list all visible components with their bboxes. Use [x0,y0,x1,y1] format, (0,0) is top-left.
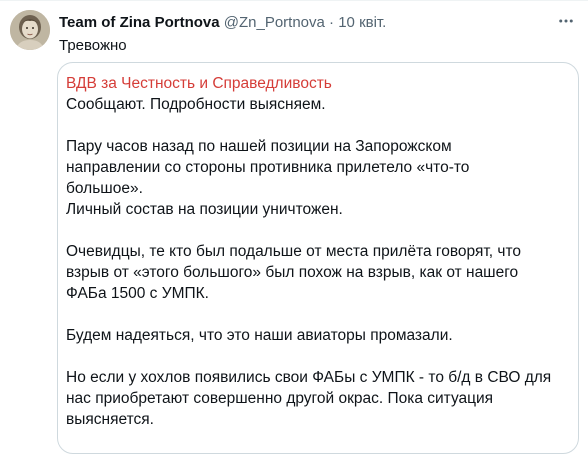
author-name[interactable]: Team of Zina Portnova [59,14,220,31]
avatar-portrait-icon [10,10,50,50]
quoted-post-card[interactable]: ВДВ за Честность и Справедливость Сообща… [57,62,579,454]
separator-dot: · [329,14,335,31]
quoted-post-paragraph: Но если у хохлов появились свои ФАБы с У… [66,369,552,428]
tweet-text: Тревожно [59,37,127,54]
quoted-post-content: ВДВ за Честность и Справедливость Сообща… [66,73,571,430]
timestamp[interactable]: 10 квіт. [338,14,386,31]
quoted-post-paragraph: Будем надеяться, что это наши авиаторы п… [66,327,453,344]
tweet-header: Team of Zina Portnova @Zn_Portnova · 10 … [59,14,386,32]
author-handle[interactable]: @Zn_Portnova [224,14,325,31]
tweet[interactable]: Team of Zina Portnova @Zn_Portnova · 10 … [0,0,588,454]
quoted-post-paragraph: Пару часов назад по нашей позиции на Зап… [66,138,470,218]
quoted-post-paragraph: Сообщают. Подробности выясняем. [66,96,326,113]
quoted-post-paragraph: Очевидцы, те кто был подальше от места п… [66,243,521,302]
quoted-post-title: ВДВ за Честность и Справедливость [66,75,332,92]
more-options-button[interactable] [552,9,580,33]
more-horizontal-icon [559,19,573,23]
avatar[interactable] [10,10,50,50]
